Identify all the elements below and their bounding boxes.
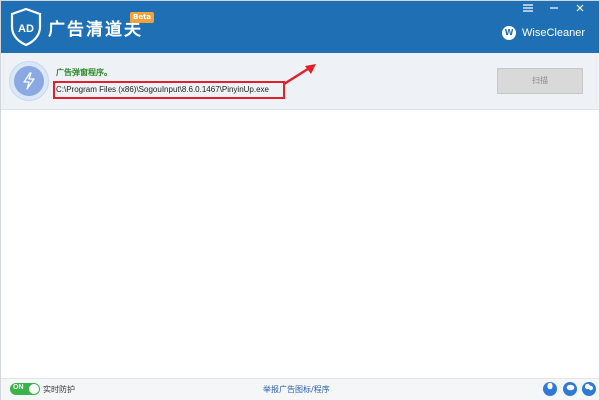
toggle-label: ON [13,384,24,391]
svg-text:AD: AD [18,23,34,35]
status-title: 广告弹窗程序。 [56,68,112,77]
title-bar: AD 广告清道夫 Beta W WiseCleaner [1,1,599,53]
app-title: 广告清道夫 [48,20,143,40]
lightning-icon [23,72,35,90]
red-arrow-icon [283,64,316,86]
detected-program-path: C:\Program Files (x86)\SogouInput\8.6.0.… [56,85,270,94]
realtime-protection-label: 实时防护 [43,385,75,394]
menu-icon[interactable] [517,3,539,19]
wisecleaner-brand[interactable]: W WiseCleaner [502,25,585,41]
realtime-protection-toggle[interactable]: ON [10,383,40,395]
report-ad-link[interactable]: 举报广告图标/程序 [263,384,330,395]
close-icon [576,4,584,12]
scan-button[interactable]: 扫描 [497,68,583,94]
footer-bar: ON 实时防护 举报广告图标/程序 [1,378,599,400]
close-button[interactable] [569,3,591,19]
ad-shield-logo-icon: AD [10,7,42,47]
app-window: AD 广告清道夫 Beta W WiseCleaner 广告弹窗程序。 C:\P… [0,0,600,400]
lightning-shield-icon [14,66,44,96]
wechat-icon[interactable] [582,382,596,396]
minimize-button[interactable] [543,3,565,19]
toggle-knob [29,384,39,394]
menu-icon-glyph [523,4,533,12]
qq-glyph [547,382,553,390]
weibo-glyph [566,384,574,391]
beta-badge: Beta [130,12,155,23]
wisecleaner-logo-icon: W [502,26,517,40]
brand-name: WiseCleaner [522,27,585,39]
qq-icon[interactable] [543,382,557,396]
status-icon-circle [9,61,49,101]
weibo-icon[interactable] [563,382,577,396]
results-area [1,110,599,378]
minimize-icon [550,7,558,9]
wechat-glyph [584,383,593,391]
